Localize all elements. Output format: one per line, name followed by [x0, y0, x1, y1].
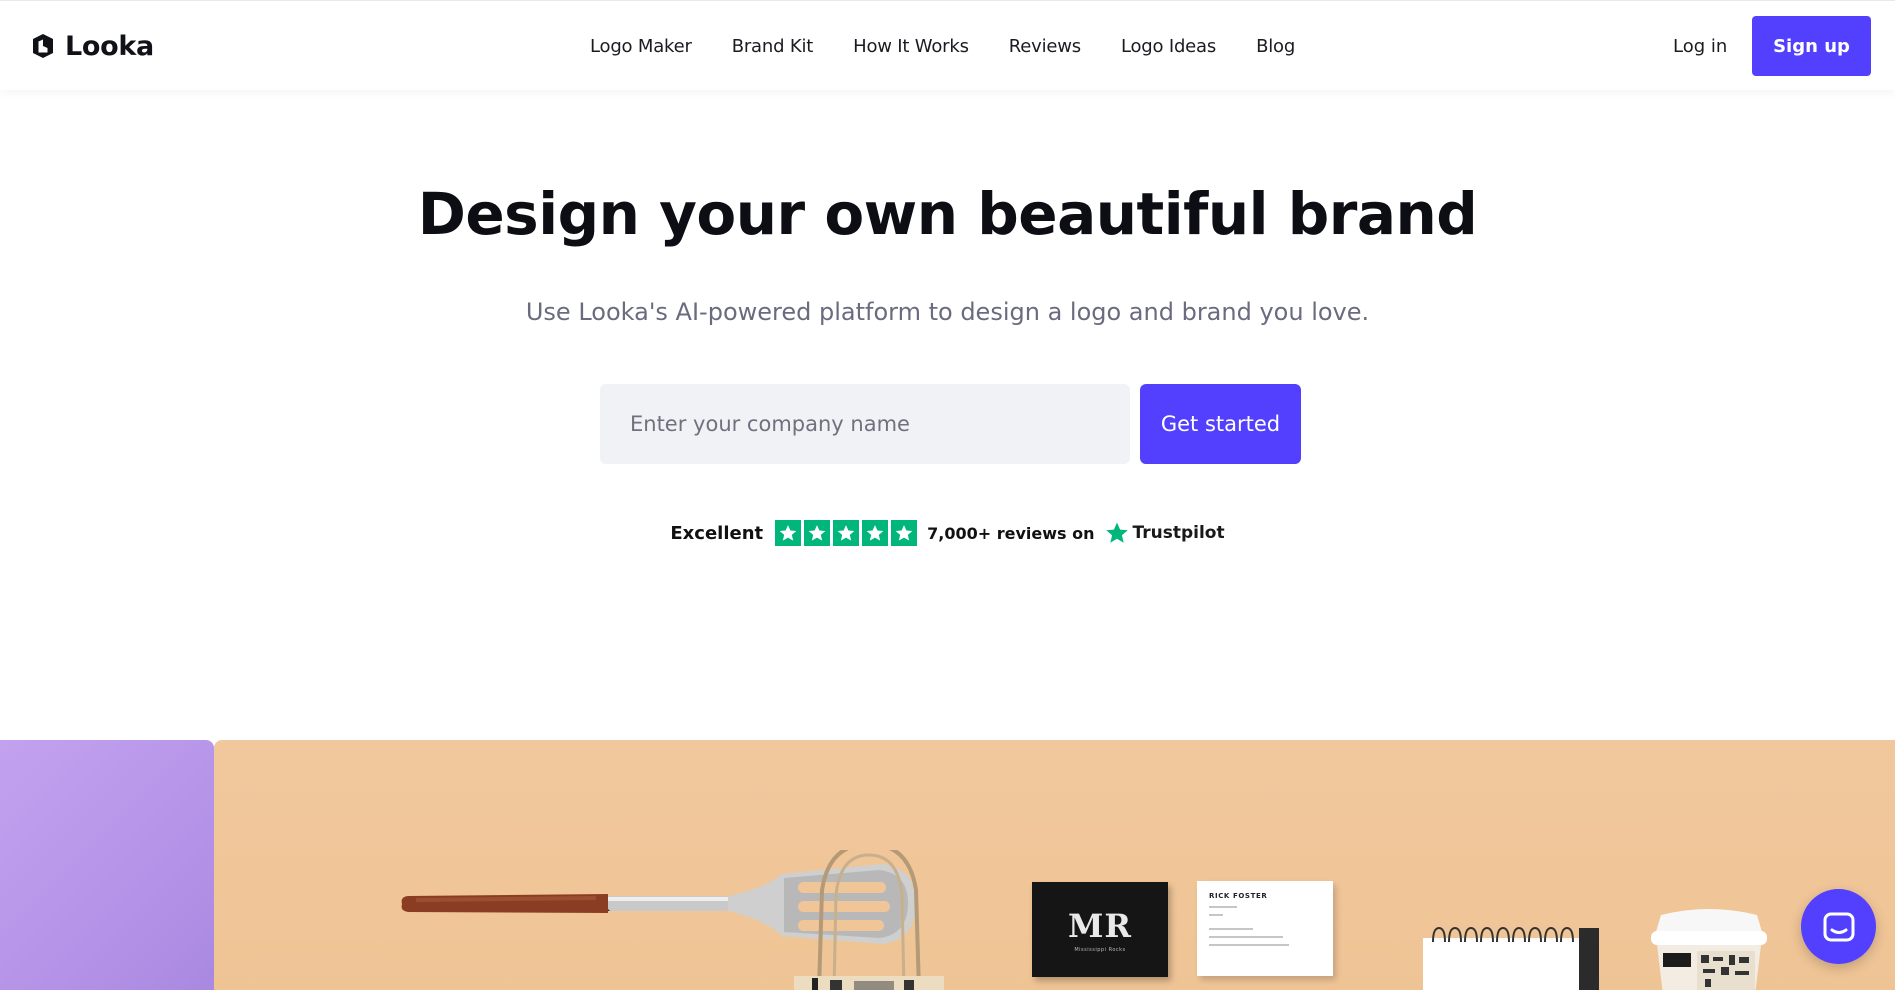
company-name-input[interactable]	[600, 384, 1130, 464]
chat-icon	[1823, 912, 1854, 941]
card-details	[1209, 906, 1321, 946]
company-name-form: Get started	[600, 384, 1301, 464]
login-link[interactable]: Log in	[1673, 31, 1727, 61]
business-card-front: MR Mississippi Rocks	[1032, 882, 1168, 977]
nav-link-logo-maker[interactable]: Logo Maker	[590, 36, 692, 57]
looka-logo-icon	[33, 34, 53, 58]
card-subline: Mississippi Rocks	[1074, 946, 1126, 953]
star-icon	[804, 520, 831, 546]
brand-name: Looka	[65, 30, 154, 62]
nav-link-how-it-works[interactable]: How It Works	[853, 36, 969, 57]
star-icon	[862, 520, 889, 546]
trustpilot-star-icon	[1105, 522, 1128, 543]
trustpilot-name: Trustpilot	[1132, 523, 1225, 543]
notebook-image	[1423, 926, 1599, 990]
trustpilot-brand: Trustpilot	[1105, 521, 1225, 545]
get-started-button[interactable]: Get started	[1140, 384, 1301, 464]
nav-link-blog[interactable]: Blog	[1256, 36, 1295, 57]
nav-link-reviews[interactable]: Reviews	[1009, 36, 1081, 57]
chat-launcher-button[interactable]	[1801, 889, 1876, 964]
main-nav: Logo Maker Brand Kit How It Works Review…	[590, 31, 1295, 61]
trustpilot-widget[interactable]: Excellent 7,000+ reviews on Trustpilot	[0, 518, 1895, 548]
rating-stars	[775, 520, 918, 546]
signup-button[interactable]: Sign up	[1752, 16, 1871, 76]
hero-title: Design your own beautiful brand	[417, 180, 1478, 248]
top-navbar: Looka Logo Maker Brand Kit How It Works …	[0, 0, 1895, 90]
nav-link-logo-ideas[interactable]: Logo Ideas	[1121, 36, 1216, 57]
nav-link-brand-kit[interactable]: Brand Kit	[732, 36, 814, 57]
tote-bag-image	[794, 850, 944, 990]
star-icon	[891, 520, 918, 546]
showcase-side-panel	[0, 740, 214, 990]
star-icon	[833, 520, 860, 546]
rating-word: Excellent	[670, 522, 764, 544]
brand-showcase-image: MR Mississippi Rocks RICK FOSTER	[214, 740, 1895, 990]
brand-logo[interactable]: Looka	[29, 30, 154, 62]
business-card-back: RICK FOSTER	[1197, 881, 1333, 976]
review-count: 7,000+ reviews on	[927, 523, 1095, 543]
hero-subtitle: Use Looka's AI-powered platform to desig…	[525, 298, 1370, 326]
card-name: RICK FOSTER	[1209, 892, 1268, 900]
card-monogram: MR	[1067, 906, 1132, 945]
coffee-cup-image	[1651, 909, 1767, 990]
star-icon	[775, 520, 802, 546]
